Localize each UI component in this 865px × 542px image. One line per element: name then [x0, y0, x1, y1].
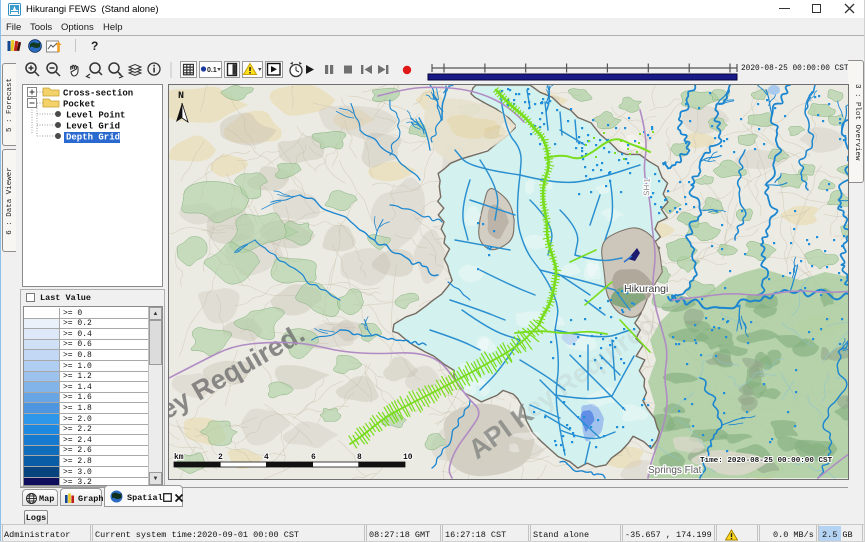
svg-text:0.1: 0.1 — [207, 67, 217, 74]
svg-text:Level Point: Level Point — [66, 111, 125, 121]
svg-text:Level Grid: Level Grid — [66, 122, 120, 132]
svg-text:2: 2 — [218, 453, 223, 462]
svg-text:Time: 2020-08-25 00:00:00 CST: Time: 2020-08-25 00:00:00 CST — [700, 457, 833, 465]
svg-text:km: km — [174, 453, 184, 462]
svg-text:SH 1: SH 1 — [642, 177, 652, 196]
svg-text:10: 10 — [403, 453, 413, 462]
svg-text:Depth Grid: Depth Grid — [66, 133, 120, 143]
svg-text:Springs Flat: Springs Flat — [648, 465, 702, 476]
svg-text:6: 6 — [311, 453, 316, 462]
svg-text:4: 4 — [264, 453, 269, 462]
svg-text:Cross-section: Cross-section — [63, 89, 133, 99]
svg-text:Hikurangi: Hikurangi — [624, 283, 668, 295]
svg-text:8: 8 — [357, 453, 362, 462]
svg-text:Pocket: Pocket — [63, 100, 95, 110]
svg-text:N: N — [178, 91, 184, 102]
